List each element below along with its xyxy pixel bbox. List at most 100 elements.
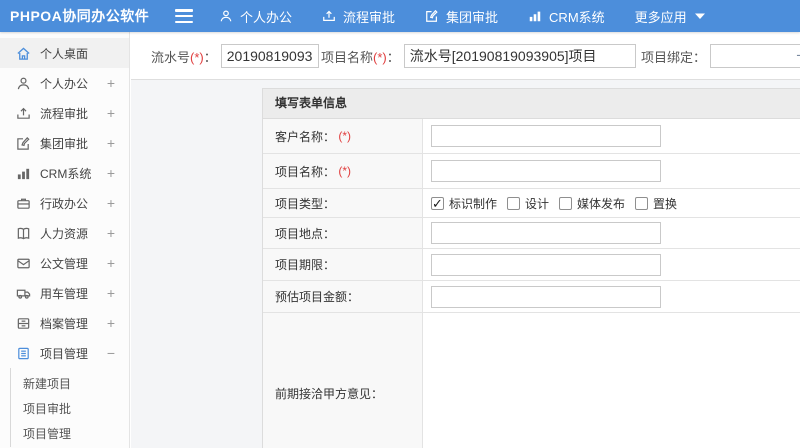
top-nav: 个人办公 流程审批 集团审批 CRM系统 更多应用 [219,7,742,26]
caret-down-icon [694,13,705,19]
sidebar-item-desktop[interactable]: 个人桌面 [0,38,129,68]
project-name-row-input[interactable] [431,160,661,182]
project-bind-label: 项目绑定： [641,49,707,65]
nav-label: 流程审批 [343,9,396,25]
nav-group-approval[interactable]: 集团审批 [425,7,498,26]
nav-crm-system[interactable]: CRM系统 [528,7,605,26]
sidebar-subitem-project-manage[interactable]: 项目管理 [11,422,129,447]
collapse-icon[interactable]: − [107,346,115,360]
project-name-label: 项目名称(*)： [321,49,400,65]
checkbox-icon[interactable] [635,196,649,210]
nav-workflow-approval[interactable]: 流程审批 [322,7,395,26]
sidebar-item-personal-office[interactable]: 个人办公 + [0,68,129,98]
expand-icon[interactable]: + [107,166,115,180]
checkbox-icon[interactable] [431,196,444,212]
row-project-type: 项目类型： 标识制作 设计 媒体发布 [263,189,800,218]
truck-icon [16,289,31,299]
briefcase-icon [17,198,30,209]
home-icon [17,46,30,60]
sidebar-item-vehicle[interactable]: 用车管理 + [0,278,129,308]
sidebar-item-official-docs[interactable]: 公文管理 + [0,248,129,278]
top-bar: PHPOA协同办公软件 个人办公 流程审批 集团审批 CRM系统 更多应用 [0,0,800,32]
checkbox-option-media-release[interactable]: 媒体发布 [559,195,625,212]
project-location-input[interactable] [431,222,661,244]
book-icon [17,227,30,239]
expand-icon[interactable]: + [107,196,115,210]
sidebar-subitem-new-project[interactable]: 新建项目 [11,372,129,397]
serial-field: 流水号(*)： [151,32,319,80]
nav-label: 集团审批 [446,9,499,25]
user-icon [220,10,232,22]
serial-label: 流水号(*)： [151,49,217,65]
content-body: 填写表单信息 客户名称： (*) 项目名称： (*) 项目类型： 标识制作 [131,80,800,448]
sidebar-item-project-mgmt[interactable]: 项目管理 − [0,338,129,368]
expand-icon[interactable]: + [107,286,115,300]
bar-chart-icon [529,11,541,22]
app-title: PHPOA协同办公软件 [10,8,150,24]
user-icon [17,77,30,89]
serial-input[interactable] [220,44,319,68]
edit-icon [17,136,30,150]
customer-name-label: 客户名称： (*) [263,119,423,153]
sidebar-submenu-project: 新建项目 项目审批 项目管理 [10,368,129,447]
app-window: PHPOA协同办公软件 个人办公 流程审批 集团审批 CRM系统 更多应用 个人… [0,0,800,448]
nav-label: 更多应用 [634,9,687,25]
nav-label: CRM系统 [549,9,605,25]
preliminary-opinion-textarea[interactable] [423,313,800,448]
project-type-label: 项目类型： [263,189,423,217]
project-doc-icon [18,347,29,359]
archive-icon [17,317,30,329]
project-bind-field: 项目绑定： [641,32,800,80]
expand-icon[interactable]: + [107,106,115,120]
nav-label: 个人办公 [240,9,293,25]
edit-icon [426,9,438,22]
form-header-strip: 流水号(*)： 项目名称(*)： 项目绑定： + [131,32,800,80]
row-project-duration: 项目期限： [263,249,800,281]
hamburger-menu-icon[interactable] [175,9,193,23]
expand-icon[interactable]: + [107,76,115,90]
checkbox-option-design[interactable]: 设计 [507,195,549,212]
preliminary-opinion-label: 前期接洽甲方意见： [263,313,423,448]
sidebar-item-hr[interactable]: 人力资源 + [0,218,129,248]
checkbox-option-exchange[interactable]: 置换 [635,195,677,212]
upload-icon [17,107,30,119]
row-preliminary-opinion: 前期接洽甲方意见： [263,313,800,448]
row-customer-name: 客户名称： (*) [263,119,800,154]
expand-icon[interactable]: + [107,256,115,270]
customer-name-input[interactable] [431,125,661,147]
project-bind-input[interactable] [710,44,800,68]
sidebar-item-admin-office[interactable]: 行政办公 + [0,188,129,218]
sidebar: 个人桌面 个人办公 + 流程审批 + 集团审批 + CRM系统 + 行政办公 + [0,32,130,448]
sidebar-item-group-approval[interactable]: 集团审批 + [0,128,129,158]
mail-icon [17,258,30,268]
row-project-budget: 预估项目金额： [263,281,800,313]
checkbox-icon[interactable] [507,196,521,210]
bar-chart-icon [17,168,30,179]
nav-more-apps[interactable]: 更多应用 [635,7,712,26]
expand-icon[interactable]: + [107,316,115,330]
upload-icon [323,10,335,21]
sidebar-item-workflow-approval[interactable]: 流程审批 + [0,98,129,128]
nav-personal-office[interactable]: 个人办公 [219,7,292,26]
form-section-title: 填写表单信息 [263,89,800,119]
project-name-input[interactable] [403,44,636,68]
sidebar-item-archives[interactable]: 档案管理 + [0,308,129,338]
row-project-name: 项目名称： (*) [263,154,800,189]
main-content: 流水号(*)： 项目名称(*)： 项目绑定： + 填写表单信息 客户名称： (*… [131,32,800,448]
project-name-field: 项目名称(*)： [321,32,636,80]
project-budget-label: 预估项目金额： [263,281,423,312]
sidebar-item-crm[interactable]: CRM系统 + [0,158,129,188]
checkbox-option-sign-making[interactable]: 标识制作 [431,195,497,212]
checkbox-icon[interactable] [559,196,573,210]
project-duration-input[interactable] [431,253,661,276]
row-project-location: 项目地点： [263,218,800,249]
plus-icon[interactable]: + [796,46,800,66]
project-budget-input[interactable] [431,285,661,308]
project-location-label: 项目地点： [263,218,423,248]
sidebar-subitem-project-approval[interactable]: 项目审批 [11,397,129,422]
project-duration-label: 项目期限： [263,249,423,280]
expand-icon[interactable]: + [107,226,115,240]
form-table: 填写表单信息 客户名称： (*) 项目名称： (*) 项目类型： 标识制作 [262,88,800,448]
project-name-row-label: 项目名称： (*) [263,154,423,188]
expand-icon[interactable]: + [107,136,115,150]
